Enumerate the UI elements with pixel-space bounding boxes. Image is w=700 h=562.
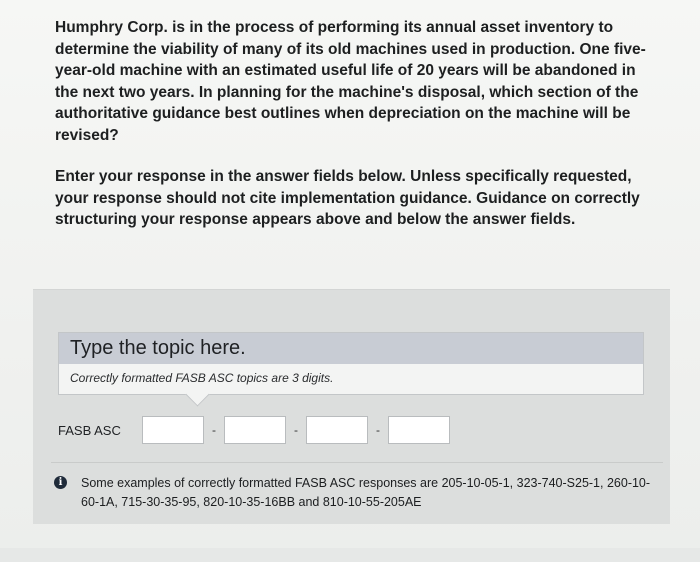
examples-text: Some examples of correctly formatted FAS…	[81, 476, 651, 509]
page: Humphry Corp. is in the process of perfo…	[0, 0, 700, 562]
topic-field[interactable]	[142, 416, 204, 444]
section-input[interactable]	[307, 417, 367, 443]
separator: -	[294, 423, 298, 437]
bottom-edge	[0, 548, 700, 562]
fasb-asc-label: FASB ASC	[58, 422, 121, 438]
subtopic-field[interactable]	[224, 416, 286, 444]
separator: -	[376, 423, 380, 437]
paragraph-input[interactable]	[389, 417, 449, 443]
hint-title: Type the topic here.	[59, 333, 643, 364]
answer-area: Type the topic here. Correctly formatted…	[33, 289, 670, 524]
examples-info: i Some examples of correctly formatted F…	[51, 462, 663, 521]
hint-subtitle: Correctly formatted FASB ASC topics are …	[70, 371, 334, 385]
section-field[interactable]	[306, 416, 368, 444]
question-paragraph: Humphry Corp. is in the process of perfo…	[55, 19, 646, 144]
info-icon: i	[54, 476, 67, 489]
instructions-paragraph: Enter your response in the answer fields…	[55, 168, 640, 228]
paragraph-field[interactable]	[388, 416, 450, 444]
fasb-asc-row: FASB ASC - - -	[58, 414, 450, 446]
topic-input[interactable]	[143, 417, 203, 443]
separator: -	[212, 423, 216, 437]
topic-hint-tooltip: Type the topic here. Correctly formatted…	[58, 332, 644, 407]
subtopic-input[interactable]	[225, 417, 285, 443]
question-text: Humphry Corp. is in the process of perfo…	[55, 17, 655, 251]
